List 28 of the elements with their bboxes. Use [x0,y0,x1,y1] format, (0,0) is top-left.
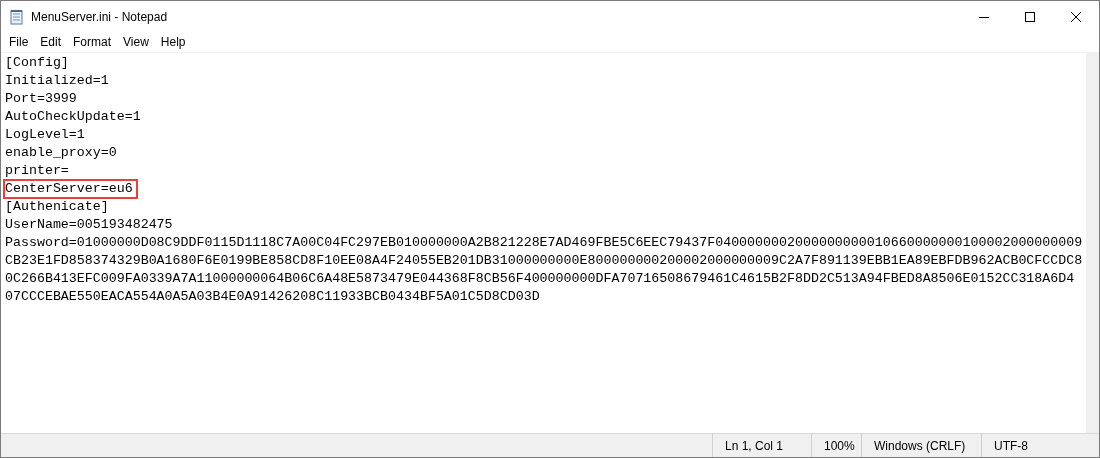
highlighted-text-line: CenterServer=eu6 [4,180,137,198]
vertical-scrollbar[interactable] [1086,53,1099,433]
text-line: CB23E1FD858374329B0A1680F6E0199BE858CD8F10EE08A4F24055EB201DB31000000000E800000000200002000000009C2A7F891139EBB1EA89EBFDB962ACB0CFCCDC8 [4,252,1084,270]
text-line: printer= [4,162,70,180]
text-line: 0C266B413EFC009FA0339A7A11000000064B06C6A48E5873479E044368F8CB56F400000000DFA70716508679461C4615B2F8DD2C513A94FBED8A8506E0152CC318A6D4 [4,270,1076,288]
line-endings: Windows (CRLF) [861,434,981,457]
encoding: UTF-8 [981,434,1099,457]
menu-item[interactable]: File [3,35,35,49]
close-icon [1071,11,1081,22]
text-line: AutoCheckUpdate=1 [4,108,142,126]
text-line: UserName=005193482475 [4,216,174,234]
notepad-icon [9,8,25,25]
menu-item[interactable]: Format [67,35,118,49]
text-line: Port=3999 [4,90,78,108]
text-line: enable_proxy=0 [4,144,118,162]
menu-item[interactable]: View [117,35,155,49]
text-line: Initialized=1 [4,72,110,90]
text-line: [Authenicate] [4,198,110,216]
text-line: 07CCCEBAE550EACA554A0A5A03B4E0A91426208C11933BCB0434BF5A01C5D8CD03D [4,288,541,306]
menu-item[interactable]: Help [154,35,192,49]
maximize-icon [1025,11,1035,22]
cursor-position: Ln 1, Col 1 [712,434,811,457]
menu-item[interactable]: Edit [34,35,68,49]
window-title: MenuServer.ini - Notepad [31,9,169,24]
text-line: LogLevel=1 [4,126,86,144]
text-line: Password=01000000D08C9DDF0115D1118C7A00C04FC297EB010000000A2B821228E7AD469FBE5C6EEC79437F0400000002000000000010660000000100002000000009 [4,234,1084,252]
zoom-level: 100% [811,434,861,457]
text-line: [Config] [4,54,70,72]
